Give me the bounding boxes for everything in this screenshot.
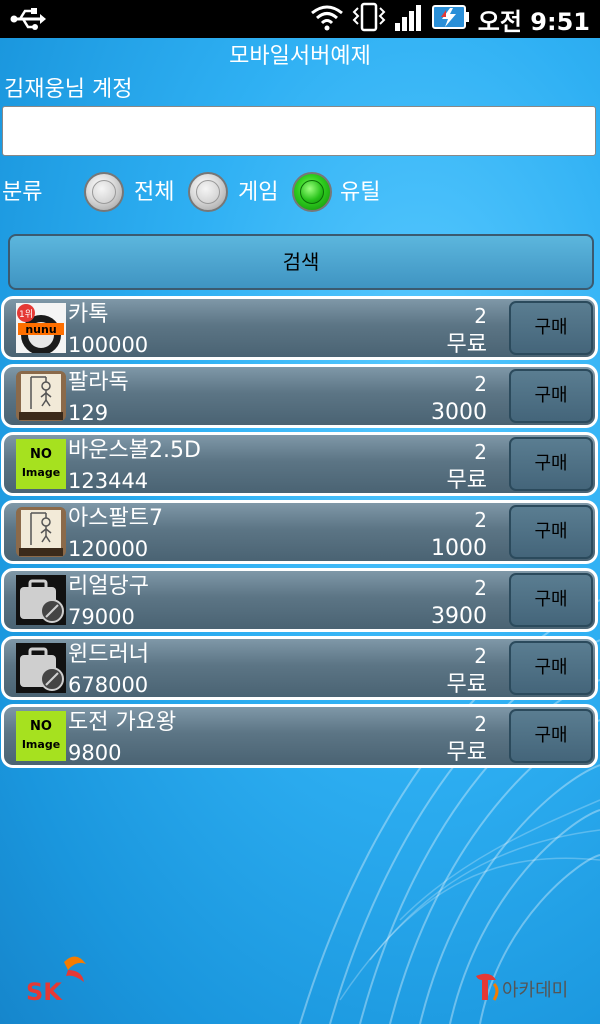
svg-text:nunu: nunu	[25, 323, 56, 336]
vibrate-icon	[352, 2, 386, 36]
radio-game-label[interactable]: 게임	[238, 166, 278, 220]
account-label: 김재웅님 계정	[4, 77, 133, 102]
battery-icon	[431, 4, 470, 34]
item-name: 바운스볼2.5D	[68, 438, 201, 463]
item-count: 9800	[68, 741, 122, 765]
usb-icon	[10, 6, 46, 36]
item-num: 2	[474, 304, 487, 328]
category-label: 분류	[2, 180, 43, 205]
no-image-icon: NO Image	[16, 439, 66, 489]
radio-utility[interactable]	[292, 172, 332, 212]
item-count: 678000	[68, 673, 149, 697]
item-num: 2	[474, 576, 487, 600]
list-item[interactable]: NO Image 바운스볼2.5D 123444 2 무료 구매	[1, 432, 598, 496]
signal-icon	[394, 3, 424, 35]
wifi-icon	[310, 3, 344, 35]
list-item[interactable]: 팔라독 129 2 3000 구매	[1, 364, 598, 428]
item-count: 123444	[68, 469, 149, 493]
app-placeholder-icon	[16, 643, 66, 693]
no-image-icon: NO Image	[16, 711, 66, 761]
nunu-game-icon: 1위 nunu	[16, 303, 66, 353]
status-time: 오전 9:51	[477, 7, 590, 36]
radio-utility-dot	[300, 180, 324, 204]
category-radio-group: 분류 전체 게임 유틸	[0, 166, 600, 220]
list-item[interactable]: 1위 nunu 카톡 100000 2 무료 구매	[1, 296, 598, 360]
item-name: 아스팔트7	[68, 506, 163, 531]
radio-all-dot	[92, 180, 116, 204]
item-price: 무료	[446, 468, 487, 493]
item-name: 팔라독	[68, 370, 129, 395]
no-image-text-no: NO	[30, 719, 52, 734]
academy-logo: 아카데미	[472, 970, 588, 1006]
hangman-icon	[16, 507, 66, 557]
search-button[interactable]: 검색	[8, 234, 594, 290]
item-num: 2	[474, 712, 487, 736]
buy-button[interactable]: 구매	[509, 369, 593, 423]
no-image-text-image: Image	[21, 738, 61, 751]
item-name: 카톡	[68, 302, 109, 327]
app-title: 모바일서버예제	[229, 44, 371, 69]
item-count: 100000	[68, 333, 149, 357]
item-num: 2	[474, 372, 487, 396]
buy-button[interactable]: 구매	[509, 301, 593, 355]
buy-button[interactable]: 구매	[509, 573, 593, 627]
radio-all-label[interactable]: 전체	[134, 166, 174, 220]
item-price: 무료	[446, 740, 487, 765]
buy-button[interactable]: 구매	[509, 641, 593, 695]
list-item[interactable]: 리얼당구 79000 2 3900 구매	[1, 568, 598, 632]
item-price: 1000	[431, 536, 487, 561]
list-item[interactable]: 윈드러너 678000 2 무료 구매	[1, 636, 598, 700]
app-placeholder-icon	[16, 575, 66, 625]
item-name: 리얼당구	[68, 574, 149, 599]
item-price: 무료	[446, 672, 487, 697]
academy-logo-text: 아카데미	[502, 980, 568, 1001]
hangman-icon	[16, 371, 66, 421]
radio-all[interactable]	[84, 172, 124, 212]
list-item[interactable]: NO Image 도전 가요왕 9800 2 무료 구매	[1, 704, 598, 768]
item-name: 도전 가요왕	[68, 710, 177, 735]
radio-game[interactable]	[188, 172, 228, 212]
item-count: 129	[68, 401, 109, 425]
radio-game-dot	[196, 180, 220, 204]
item-num: 2	[474, 508, 487, 532]
svg-text:1위: 1위	[19, 309, 33, 320]
buy-button[interactable]: 구매	[509, 505, 593, 559]
item-price: 3900	[431, 604, 487, 629]
item-num: 2	[474, 644, 487, 668]
item-count: 120000	[68, 537, 149, 561]
item-price: 무료	[446, 332, 487, 357]
account-input[interactable]	[2, 106, 596, 156]
status-bar: 오전 9:51	[0, 0, 600, 38]
sk-logo-text: SK	[26, 978, 63, 1004]
no-image-text-no: NO	[30, 447, 52, 462]
item-name: 윈드러너	[68, 642, 149, 667]
sk-logo: SK	[24, 952, 96, 1006]
list-item[interactable]: 아스팔트7 120000 2 1000 구매	[1, 500, 598, 564]
item-count: 79000	[68, 605, 135, 629]
no-image-text-image: Image	[21, 466, 61, 479]
buy-button[interactable]: 구매	[509, 437, 593, 491]
item-price: 3000	[431, 400, 487, 425]
buy-button[interactable]: 구매	[509, 709, 593, 763]
radio-utility-label[interactable]: 유틸	[340, 166, 380, 220]
item-num: 2	[474, 440, 487, 464]
